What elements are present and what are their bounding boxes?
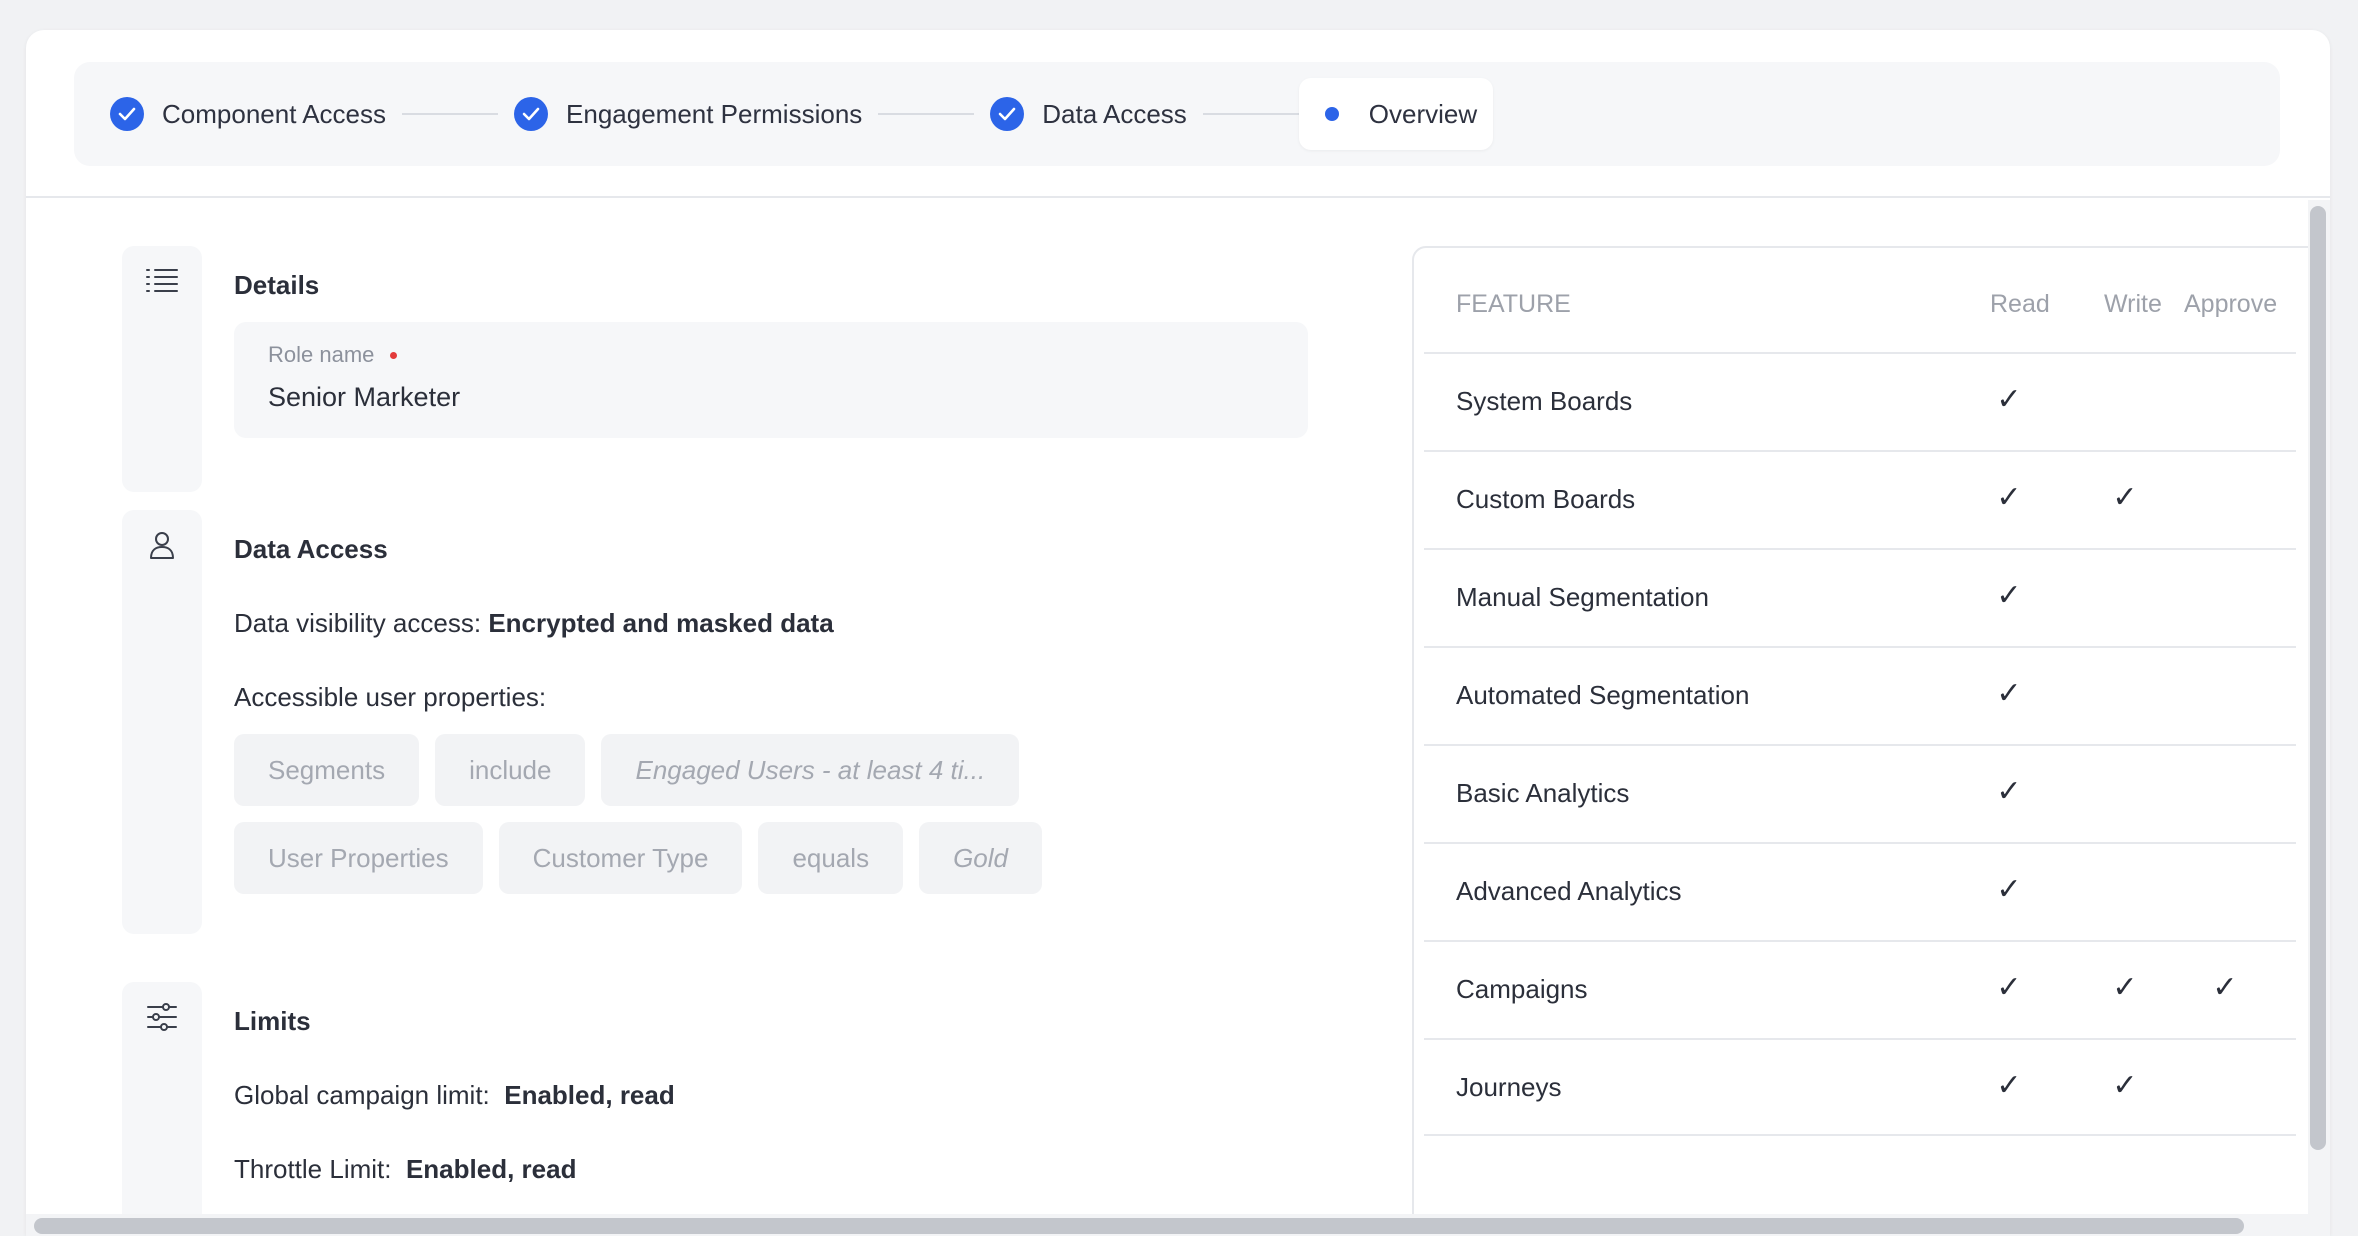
- table-header: FEATURE Read Write Approve: [1414, 248, 2310, 356]
- rule-chip: Customer Type: [498, 822, 743, 894]
- table-row: Journeys ✓ ✓: [1424, 1038, 2296, 1136]
- feature-name: Campaigns: [1456, 974, 1588, 1004]
- step-connector: [402, 113, 499, 115]
- feature-name: Journeys: [1456, 1072, 1562, 1102]
- header-approve: Approve: [2184, 290, 2278, 318]
- write-check-icon: ✓: [2112, 971, 2138, 1004]
- read-check-icon: ✓: [1996, 579, 2022, 612]
- details-icon-column: [122, 246, 202, 492]
- header-feature: FEATURE: [1456, 290, 1571, 318]
- table-row: Basic Analytics ✓: [1424, 744, 2296, 842]
- feature-name: Advanced Analytics: [1456, 876, 1682, 906]
- table-row: Manual Segmentation ✓: [1424, 548, 2296, 646]
- table-row: Advanced Analytics ✓: [1424, 842, 2296, 940]
- read-check-icon: ✓: [1996, 677, 2022, 710]
- throttle-limit-label: Throttle Limit:: [234, 1154, 392, 1184]
- step-connector: [1202, 113, 1299, 115]
- global-campaign-limit-value: Enabled, read: [504, 1080, 675, 1110]
- role-name-label: Role name: [268, 342, 1274, 368]
- feature-name: System Boards: [1456, 386, 1633, 416]
- role-name-value: Senior Marketer: [268, 382, 461, 412]
- role-name-field[interactable]: Role name Senior Marketer: [234, 322, 1308, 438]
- table-row: Campaigns ✓ ✓ ✓: [1424, 940, 2296, 1038]
- details-title: Details: [234, 270, 320, 300]
- accessible-properties-label: Accessible user properties:: [234, 682, 547, 712]
- permissions-table: FEATURE Read Write Approve System Boards…: [1412, 246, 2312, 1236]
- rule-chip-value: Gold: [919, 822, 1042, 894]
- list-icon: [145, 266, 179, 492]
- step-engagement-permissions[interactable]: Engagement Permissions: [514, 78, 862, 150]
- required-indicator: [390, 351, 398, 359]
- step-component-access[interactable]: Component Access: [110, 78, 386, 150]
- header-divider: [26, 196, 2330, 198]
- step-label: Overview: [1368, 98, 1478, 129]
- rule-chip: User Properties: [234, 822, 483, 894]
- rule-chip: include: [435, 734, 586, 806]
- read-check-icon: ✓: [1996, 1069, 2022, 1102]
- throttle-limit-value: Enabled, read: [405, 1154, 577, 1184]
- step-label: Data Access: [1042, 98, 1187, 129]
- table-row: Custom Boards ✓ ✓: [1424, 450, 2296, 548]
- step-data-access[interactable]: Data Access: [990, 78, 1187, 150]
- step-label: Engagement Permissions: [566, 98, 863, 129]
- data-visibility-value: Encrypted and masked data: [488, 608, 834, 638]
- limits-icon-column: [122, 982, 202, 1236]
- feature-name: Manual Segmentation: [1456, 582, 1709, 612]
- data-access-icon-column: [122, 510, 202, 934]
- read-check-icon: ✓: [1996, 873, 2022, 906]
- feature-name: Custom Boards: [1456, 484, 1636, 514]
- read-check-icon: ✓: [1996, 775, 2022, 808]
- role-overview-card: Component Access Engagement Permissions …: [26, 30, 2330, 1236]
- user-icon: [147, 530, 177, 934]
- rule-chip-value: Engaged Users - at least 4 ti...: [601, 734, 1020, 806]
- check-circle-icon: [110, 97, 144, 131]
- vertical-scrollbar-thumb[interactable]: [2310, 206, 2326, 1150]
- data-visibility-label: Data visibility access:: [234, 608, 482, 638]
- active-step-dot-icon: [1324, 107, 1339, 121]
- global-campaign-limit-line: Global campaign limit: Enabled, read: [234, 1080, 675, 1111]
- step-overview[interactable]: Overview: [1298, 78, 1494, 150]
- read-check-icon: ✓: [1996, 971, 2022, 1004]
- table-row: System Boards ✓: [1424, 352, 2296, 450]
- write-check-icon: ✓: [2112, 1069, 2138, 1102]
- header-read: Read: [1990, 290, 2050, 318]
- stepper: Component Access Engagement Permissions …: [74, 62, 2280, 166]
- horizontal-scrollbar-thumb[interactable]: [34, 1218, 2244, 1234]
- throttle-limit-line: Throttle Limit: Enabled, read: [234, 1154, 576, 1185]
- step-label: Component Access: [162, 98, 387, 129]
- rule-row-segments: Segments include Engaged Users - at leas…: [234, 734, 1020, 806]
- header-write: Write: [2104, 290, 2162, 318]
- global-campaign-limit-label: Global campaign limit:: [234, 1080, 490, 1110]
- check-circle-icon: [514, 97, 549, 131]
- feature-name: Automated Segmentation: [1456, 680, 1750, 710]
- table-row: Automated Segmentation ✓: [1424, 646, 2296, 744]
- limits-title: Limits: [234, 1006, 311, 1036]
- rule-chip: equals: [758, 822, 904, 894]
- read-check-icon: ✓: [1996, 383, 2022, 416]
- write-check-icon: ✓: [2112, 481, 2138, 514]
- feature-name: Basic Analytics: [1456, 778, 1630, 808]
- rule-row-user-properties: User Properties Customer Type equals Gol…: [234, 822, 1042, 894]
- data-access-title: Data Access: [234, 534, 388, 564]
- step-connector: [878, 113, 975, 115]
- role-name-label-text: Role name: [268, 342, 375, 367]
- read-check-icon: ✓: [1996, 481, 2022, 514]
- rule-chip: Segments: [234, 734, 420, 806]
- data-visibility-line: Data visibility access: Encrypted and ma…: [234, 608, 834, 639]
- check-circle-icon: [990, 97, 1025, 131]
- approve-check-icon: ✓: [2212, 971, 2238, 1004]
- sliders-icon: [146, 1002, 178, 1236]
